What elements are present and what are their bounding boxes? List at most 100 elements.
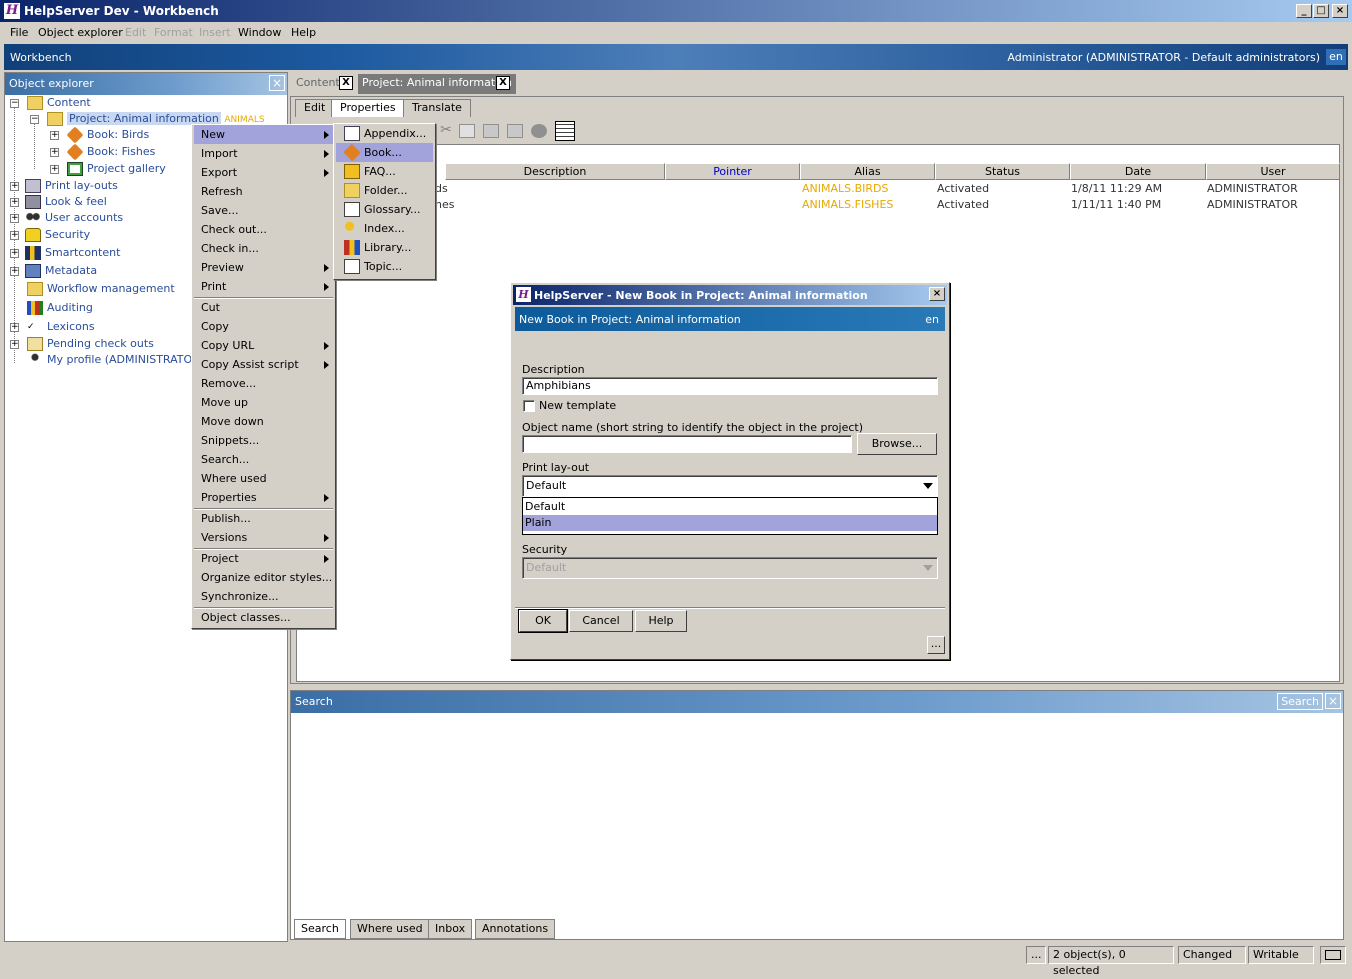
expand-smartcontent-icon[interactable]: + xyxy=(10,249,19,258)
menu-item-print[interactable]: Print xyxy=(194,277,333,296)
cell-date[interactable]: 1/8/11 11:29 AM xyxy=(1071,181,1162,197)
tab-content[interactable]: Content xyxy=(292,74,344,94)
cell-description[interactable]: ds xyxy=(435,181,448,197)
menu-item-organize-editor-styles[interactable]: Organize editor styles... xyxy=(194,568,333,587)
tree-book-fishes[interactable]: Book: Fishes xyxy=(66,143,155,161)
description-input[interactable]: Amphibians xyxy=(522,377,938,395)
menu-item-copy-url[interactable]: Copy URL xyxy=(194,336,333,355)
tree-workflow[interactable]: Workflow management xyxy=(27,281,175,297)
indent-icon[interactable] xyxy=(483,124,499,138)
bottom-tab-annotations[interactable]: Annotations xyxy=(475,919,556,939)
menu-item-cut[interactable]: Cut xyxy=(194,298,333,317)
submenu-item-library[interactable]: Library... xyxy=(336,238,433,257)
cell-alias[interactable]: ANIMALS.FISHES xyxy=(802,197,893,213)
expand-pending-icon[interactable]: + xyxy=(10,340,19,349)
column-header-alias[interactable]: Alias xyxy=(800,163,935,180)
submenu-item-glossary[interactable]: Glossary... xyxy=(336,200,433,219)
tree-content[interactable]: Content xyxy=(27,95,91,111)
search-button[interactable]: Search xyxy=(1277,693,1323,710)
menu-item-snippets[interactable]: Snippets... xyxy=(194,431,333,450)
close-search-icon[interactable]: × xyxy=(1325,693,1341,709)
submenu-item-index[interactable]: Index... xyxy=(336,219,433,238)
dialog-more-button[interactable]: ... xyxy=(927,636,945,654)
menu-item-project[interactable]: Project xyxy=(194,549,333,568)
tab-properties[interactable]: Properties xyxy=(331,99,405,117)
submenu-item-appendix[interactable]: Appendix... xyxy=(336,124,433,143)
menu-insert[interactable]: Insert xyxy=(199,26,231,39)
table-view-icon[interactable] xyxy=(555,121,575,141)
menu-item-move-down[interactable]: Move down xyxy=(194,412,333,431)
close-project-tab-icon[interactable]: X xyxy=(496,76,510,90)
menu-item-copy-assist-script[interactable]: Copy Assist script xyxy=(194,355,333,374)
tab-translate[interactable]: Translate xyxy=(403,99,471,117)
option-default[interactable]: Default xyxy=(523,499,937,515)
collapse-content-icon[interactable]: − xyxy=(10,99,19,108)
menu-object-explorer[interactable]: Object explorer xyxy=(38,26,123,39)
cut-icon[interactable]: ✂ xyxy=(437,122,455,140)
tree-auditing[interactable]: Auditing xyxy=(27,300,93,316)
tree-look-feel[interactable]: Look & feel xyxy=(25,194,107,210)
column-header-pointer[interactable]: Pointer xyxy=(665,163,800,180)
close-window-button[interactable]: × xyxy=(1332,4,1348,18)
menu-format[interactable]: Format xyxy=(154,26,193,39)
menu-item-remove[interactable]: Remove... xyxy=(194,374,333,393)
object-name-input[interactable] xyxy=(522,435,852,453)
tab-edit[interactable]: Edit xyxy=(295,99,335,117)
submenu-item-folder[interactable]: Folder... xyxy=(336,181,433,200)
menu-item-object-classes[interactable]: Object classes... xyxy=(194,608,333,627)
cell-user[interactable]: ADMINISTRATOR xyxy=(1207,181,1298,197)
tree-user-accounts[interactable]: User accounts xyxy=(25,210,123,226)
submenu-item-topic[interactable]: Topic... xyxy=(336,257,433,276)
menu-item-where-used[interactable]: Where used xyxy=(194,469,333,488)
expand-look-feel-icon[interactable]: + xyxy=(10,198,19,207)
bottom-tab-inbox[interactable]: Inbox xyxy=(428,919,473,939)
bottom-tab-search[interactable]: Search xyxy=(294,919,346,939)
ok-button[interactable]: OK xyxy=(518,609,568,633)
menu-item-synchronize[interactable]: Synchronize... xyxy=(194,587,333,606)
tree-smartcontent[interactable]: Smartcontent xyxy=(25,245,120,261)
cell-alias[interactable]: ANIMALS.BIRDS xyxy=(802,181,889,197)
dialog-language[interactable]: en xyxy=(925,313,939,326)
expand-lexicons-icon[interactable]: + xyxy=(10,323,19,332)
expand-fishes-icon[interactable]: + xyxy=(50,148,59,157)
option-plain[interactable]: Plain xyxy=(523,515,937,531)
tab-project[interactable]: Project: Animal information xyxy=(358,74,516,94)
tree-book-birds[interactable]: Book: Birds xyxy=(66,126,149,144)
cell-user[interactable]: ADMINISTRATOR xyxy=(1207,197,1298,213)
collapse-project-icon[interactable]: − xyxy=(30,115,39,124)
column-header-user[interactable]: User xyxy=(1206,163,1340,180)
dialog-close-button[interactable]: × xyxy=(929,287,945,301)
expand-print-layouts-icon[interactable]: + xyxy=(10,182,19,191)
bottom-tab-where-used[interactable]: Where used xyxy=(350,919,430,939)
column-header-date[interactable]: Date xyxy=(1070,163,1206,180)
keyboard-icon[interactable] xyxy=(1320,946,1346,964)
close-content-tab-icon[interactable]: X xyxy=(339,76,353,90)
security-select[interactable]: Default xyxy=(522,557,938,579)
menu-item-search[interactable]: Search... xyxy=(194,450,333,469)
tree-metadata[interactable]: Metadata xyxy=(25,263,97,279)
menu-edit[interactable]: Edit xyxy=(125,26,146,39)
expand-users-icon[interactable]: + xyxy=(10,214,19,223)
column-header-status[interactable]: Status xyxy=(935,163,1070,180)
settings-icon[interactable] xyxy=(531,124,547,138)
column-header-description[interactable]: Description xyxy=(445,163,665,180)
menu-item-export[interactable]: Export xyxy=(194,163,333,182)
status-dots-button[interactable]: ... xyxy=(1026,946,1046,964)
menu-item-refresh[interactable]: Refresh xyxy=(194,182,333,201)
menu-item-versions[interactable]: Versions xyxy=(194,528,333,547)
submenu-item-faq[interactable]: FAQ... xyxy=(336,162,433,181)
expand-security-icon[interactable]: + xyxy=(10,231,19,240)
language-button[interactable]: en xyxy=(1326,49,1346,65)
expand-gallery-icon[interactable]: + xyxy=(50,165,59,174)
tree-security[interactable]: Security xyxy=(25,227,90,243)
close-explorer-icon[interactable]: × xyxy=(269,75,285,91)
menu-item-new[interactable]: New xyxy=(194,125,333,144)
minimize-button[interactable]: _ xyxy=(1296,4,1312,18)
menu-item-check-out[interactable]: Check out... xyxy=(194,220,333,239)
cell-description[interactable]: nes xyxy=(435,197,454,213)
submenu-item-book[interactable]: Book... xyxy=(336,143,433,162)
menu-item-save[interactable]: Save... xyxy=(194,201,333,220)
tree-project-gallery[interactable]: Project gallery xyxy=(67,161,166,177)
menu-item-import[interactable]: Import xyxy=(194,144,333,163)
tree-pending-check-outs[interactable]: Pending check outs xyxy=(27,336,154,352)
